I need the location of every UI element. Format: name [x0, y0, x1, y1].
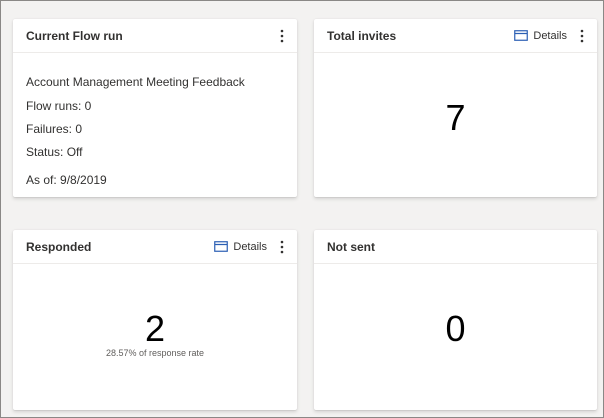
- details-label: Details: [533, 29, 567, 42]
- not-sent-value: 0: [445, 308, 466, 349]
- card-header: Responded Details: [13, 230, 297, 264]
- responded-value: 2: [144, 308, 166, 349]
- response-rate-caption: 28.57% of response rate: [105, 348, 205, 358]
- more-options-icon[interactable]: [577, 28, 587, 44]
- more-options-icon[interactable]: [277, 239, 287, 255]
- more-options-icon[interactable]: [277, 28, 287, 44]
- card-body: 7: [314, 53, 597, 197]
- card-title: Total invites: [327, 28, 397, 43]
- not-sent-card: Not sent 0: [314, 230, 597, 410]
- flow-name: Account Management Meeting Feedback: [26, 75, 245, 89]
- details-link[interactable]: Details: [214, 241, 267, 253]
- total-invites-card: Total invites Details 7: [314, 19, 597, 197]
- card-header: Total invites Details: [314, 19, 597, 53]
- details-link[interactable]: Details: [514, 30, 567, 42]
- card-title: Responded: [26, 239, 92, 254]
- flow-runs-count: Flow runs: 0: [26, 99, 92, 113]
- dashboard-frame: Current Flow run Account Management Meet…: [0, 0, 604, 418]
- total-invites-value: 7: [445, 97, 466, 138]
- details-panel-icon: [514, 30, 529, 41]
- card-body: Account Management Meeting Feedback Flow…: [13, 53, 297, 197]
- card-title: Current Flow run: [26, 28, 123, 43]
- flow-status: Status: Off: [26, 145, 83, 159]
- card-header: Not sent: [314, 230, 597, 264]
- details-panel-icon: [214, 241, 229, 252]
- card-body: 2 28.57% of response rate: [13, 264, 297, 410]
- details-label: Details: [233, 240, 267, 253]
- card-body: 0: [314, 264, 597, 410]
- current-flow-run-card: Current Flow run Account Management Meet…: [13, 19, 297, 197]
- as-of-date: As of: 9/8/2019: [26, 173, 107, 187]
- responded-card: Responded Details 2 28.57% of response r…: [13, 230, 297, 410]
- card-title: Not sent: [327, 239, 375, 254]
- failures-count: Failures: 0: [26, 122, 83, 136]
- card-header: Current Flow run: [13, 19, 297, 53]
